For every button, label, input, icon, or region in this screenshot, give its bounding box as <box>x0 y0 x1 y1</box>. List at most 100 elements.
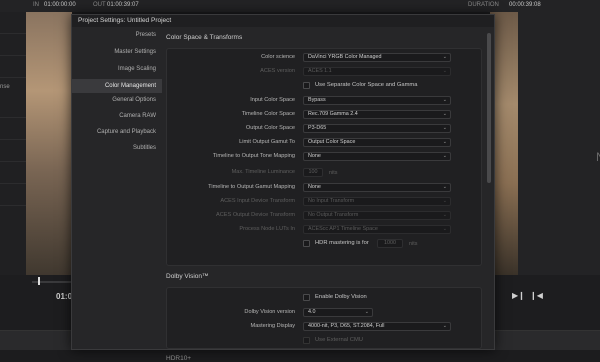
chevron-down-icon: ⌄ <box>442 323 447 329</box>
color-science-label: Color science <box>261 54 295 60</box>
chevron-down-icon: ⌄ <box>442 198 447 204</box>
duration-timecode: 00:00:39:08 <box>509 2 541 8</box>
dropdown-value: None <box>308 153 321 159</box>
panel-glyph: N <box>596 150 600 164</box>
playhead[interactable] <box>38 277 40 285</box>
dialog-scrollbar[interactable] <box>487 33 491 183</box>
color-science-dropdown[interactable]: DaVinci YRGB Color Managed ⌄ <box>303 53 451 62</box>
mastering-display-label: Mastering Display <box>250 323 295 329</box>
project-settings-dialog: Project Settings: Untitled Project Prese… <box>71 14 495 362</box>
current-timecode: 01:0 <box>56 292 73 301</box>
dropdown-value: Output Color Space <box>308 139 356 145</box>
input-colorspace-dropdown[interactable]: Bypass ⌄ <box>303 96 451 105</box>
dropdown-value: ACES 1.1 <box>308 68 332 74</box>
chevron-down-icon: ⌄ <box>364 309 369 315</box>
section-title-color-space: Color Space & Transforms <box>166 34 243 41</box>
enable-dolby-label: Enable Dolby Vision <box>315 294 367 300</box>
max-luminance-input[interactable]: 100 <box>303 168 323 177</box>
sidebar-item-presets[interactable]: Presets <box>72 32 156 38</box>
settings-content: Color Space & Transforms Color science D… <box>162 27 494 362</box>
tone-mapping-label: Timeline to Output Tone Mapping <box>212 153 295 159</box>
media-thumb[interactable] <box>0 36 26 56</box>
separate-colorspace-label: Use Separate Color Space and Gamma <box>315 82 418 88</box>
timecode-bar: IN 01:00:00:00 OUT 01:00:39:07 DURATION … <box>0 0 600 12</box>
sidebar-item-subtitles[interactable]: Subtitles <box>72 145 156 151</box>
dropdown-value: No Input Transform <box>308 198 355 204</box>
separate-colorspace-checkbox[interactable] <box>303 82 310 89</box>
viewer-image <box>26 12 72 275</box>
last-frame-icon[interactable]: ❙◀ <box>530 291 543 300</box>
settings-sidebar: Presets Master Settings Image Scaling Co… <box>72 27 162 349</box>
input-colorspace-label: Input Color Space <box>250 97 295 103</box>
limit-gamut-dropdown[interactable]: Output Color Space ⌄ <box>303 138 451 147</box>
duration-label: DURATION <box>468 2 499 8</box>
sidebar-item-master-settings[interactable]: Master Settings <box>72 49 156 55</box>
enable-dolby-checkbox[interactable] <box>303 294 310 301</box>
dolby-version-dropdown[interactable]: 4.0 ⌄ <box>303 308 373 317</box>
dropdown-value: None <box>308 184 321 190</box>
dropdown-value: Bypass <box>308 97 326 103</box>
chevron-down-icon: ⌄ <box>442 153 447 159</box>
aces-version-label: ACES version <box>260 68 295 74</box>
aces-odt-label: ACES Output Device Transform <box>216 212 295 218</box>
strip-label: nse <box>0 84 10 90</box>
dolby-version-label: Dolby Vision version <box>244 309 295 315</box>
chevron-down-icon: ⌄ <box>442 184 447 190</box>
sidebar-item-image-scaling[interactable]: Image Scaling <box>72 66 156 72</box>
aces-odt-dropdown[interactable]: No Output Transform ⌄ <box>303 211 451 220</box>
media-thumb[interactable] <box>0 142 26 162</box>
dialog-title: Project Settings: Untitled Project <box>72 15 494 27</box>
chevron-down-icon: ⌄ <box>442 97 447 103</box>
gamut-mapping-dropdown[interactable]: None ⌄ <box>303 183 451 192</box>
chevron-down-icon: ⌄ <box>442 226 447 232</box>
media-thumb[interactable] <box>0 186 26 206</box>
out-timecode: 01:00:39:07 <box>107 2 139 8</box>
output-colorspace-label: Output Color Space <box>245 125 295 131</box>
media-thumb[interactable] <box>0 14 26 34</box>
media-thumb[interactable] <box>0 120 26 140</box>
chevron-down-icon: ⌄ <box>442 54 447 60</box>
section-title-dolby-vision: Dolby Vision™ <box>166 273 209 280</box>
aces-idt-dropdown[interactable]: No Input Transform ⌄ <box>303 197 451 206</box>
mastering-display-dropdown[interactable]: 4000-nit, P3, D65, ST.2084, Full ⌄ <box>303 322 451 331</box>
aces-idt-label: ACES Input Device Transform <box>220 198 295 204</box>
sidebar-item-camera-raw[interactable]: Camera RAW <box>72 113 156 119</box>
dropdown-value: 4000-nit, P3, D65, ST.2084, Full <box>308 323 385 329</box>
limit-gamut-label: Limit Output Gamut To <box>239 139 295 145</box>
output-colorspace-dropdown[interactable]: P3-D65 ⌄ <box>303 124 451 133</box>
chevron-down-icon: ⌄ <box>442 139 447 145</box>
sidebar-item-capture-playback[interactable]: Capture and Playback <box>72 129 156 135</box>
in-label: IN <box>33 2 39 8</box>
hdr-nits-input[interactable]: 1000 <box>377 239 403 248</box>
sidebar-item-color-management[interactable]: Color Management <box>72 79 162 93</box>
dropdown-value: Rec.709 Gamma 2.4 <box>308 111 358 117</box>
hdr-mastering-label: HDR mastering is for <box>315 240 369 246</box>
media-thumb[interactable] <box>0 98 26 118</box>
dropdown-value: No Output Transform <box>308 212 359 218</box>
dolby-vision-panel: Enable Dolby Vision Dolby Vision version… <box>166 287 482 349</box>
in-timecode: 01:00:00:00 <box>44 2 76 8</box>
timeline-colorspace-label: Timeline Color Space <box>241 111 295 117</box>
media-thumb[interactable] <box>0 164 26 184</box>
gamut-mapping-label: Timeline to Output Gamut Mapping <box>208 184 295 190</box>
chevron-down-icon: ⌄ <box>442 125 447 131</box>
timeline-colorspace-dropdown[interactable]: Rec.709 Gamma 2.4 ⌄ <box>303 110 451 119</box>
aces-version-dropdown[interactable]: ACES 1.1 ⌄ <box>303 67 451 76</box>
dropdown-value: 4.0 <box>308 309 316 315</box>
next-clip-icon[interactable]: ▶❙ <box>512 291 525 300</box>
sidebar-item-general-options[interactable]: General Options <box>72 97 156 103</box>
media-thumb[interactable] <box>0 58 26 78</box>
dropdown-value: P3-D65 <box>308 125 327 131</box>
max-luminance-unit: nits <box>329 170 338 176</box>
tone-mapping-dropdown[interactable]: None ⌄ <box>303 152 451 161</box>
chevron-down-icon: ⌄ <box>442 212 447 218</box>
external-cmu-checkbox[interactable] <box>303 337 310 344</box>
external-cmu-label: Use External CMU <box>315 337 363 343</box>
hdr-mastering-checkbox[interactable] <box>303 240 310 247</box>
section-title-hdr10: HDR10+ <box>166 355 192 362</box>
chevron-down-icon: ⌄ <box>442 111 447 117</box>
hdr-nits-unit: nits <box>409 241 418 247</box>
process-luts-dropdown[interactable]: ACEScc AP1 Timeline Space ⌄ <box>303 225 451 234</box>
process-luts-label: Process Node LUTs In <box>239 226 295 232</box>
max-luminance-label: Max. Timeline Luminance <box>231 169 295 175</box>
